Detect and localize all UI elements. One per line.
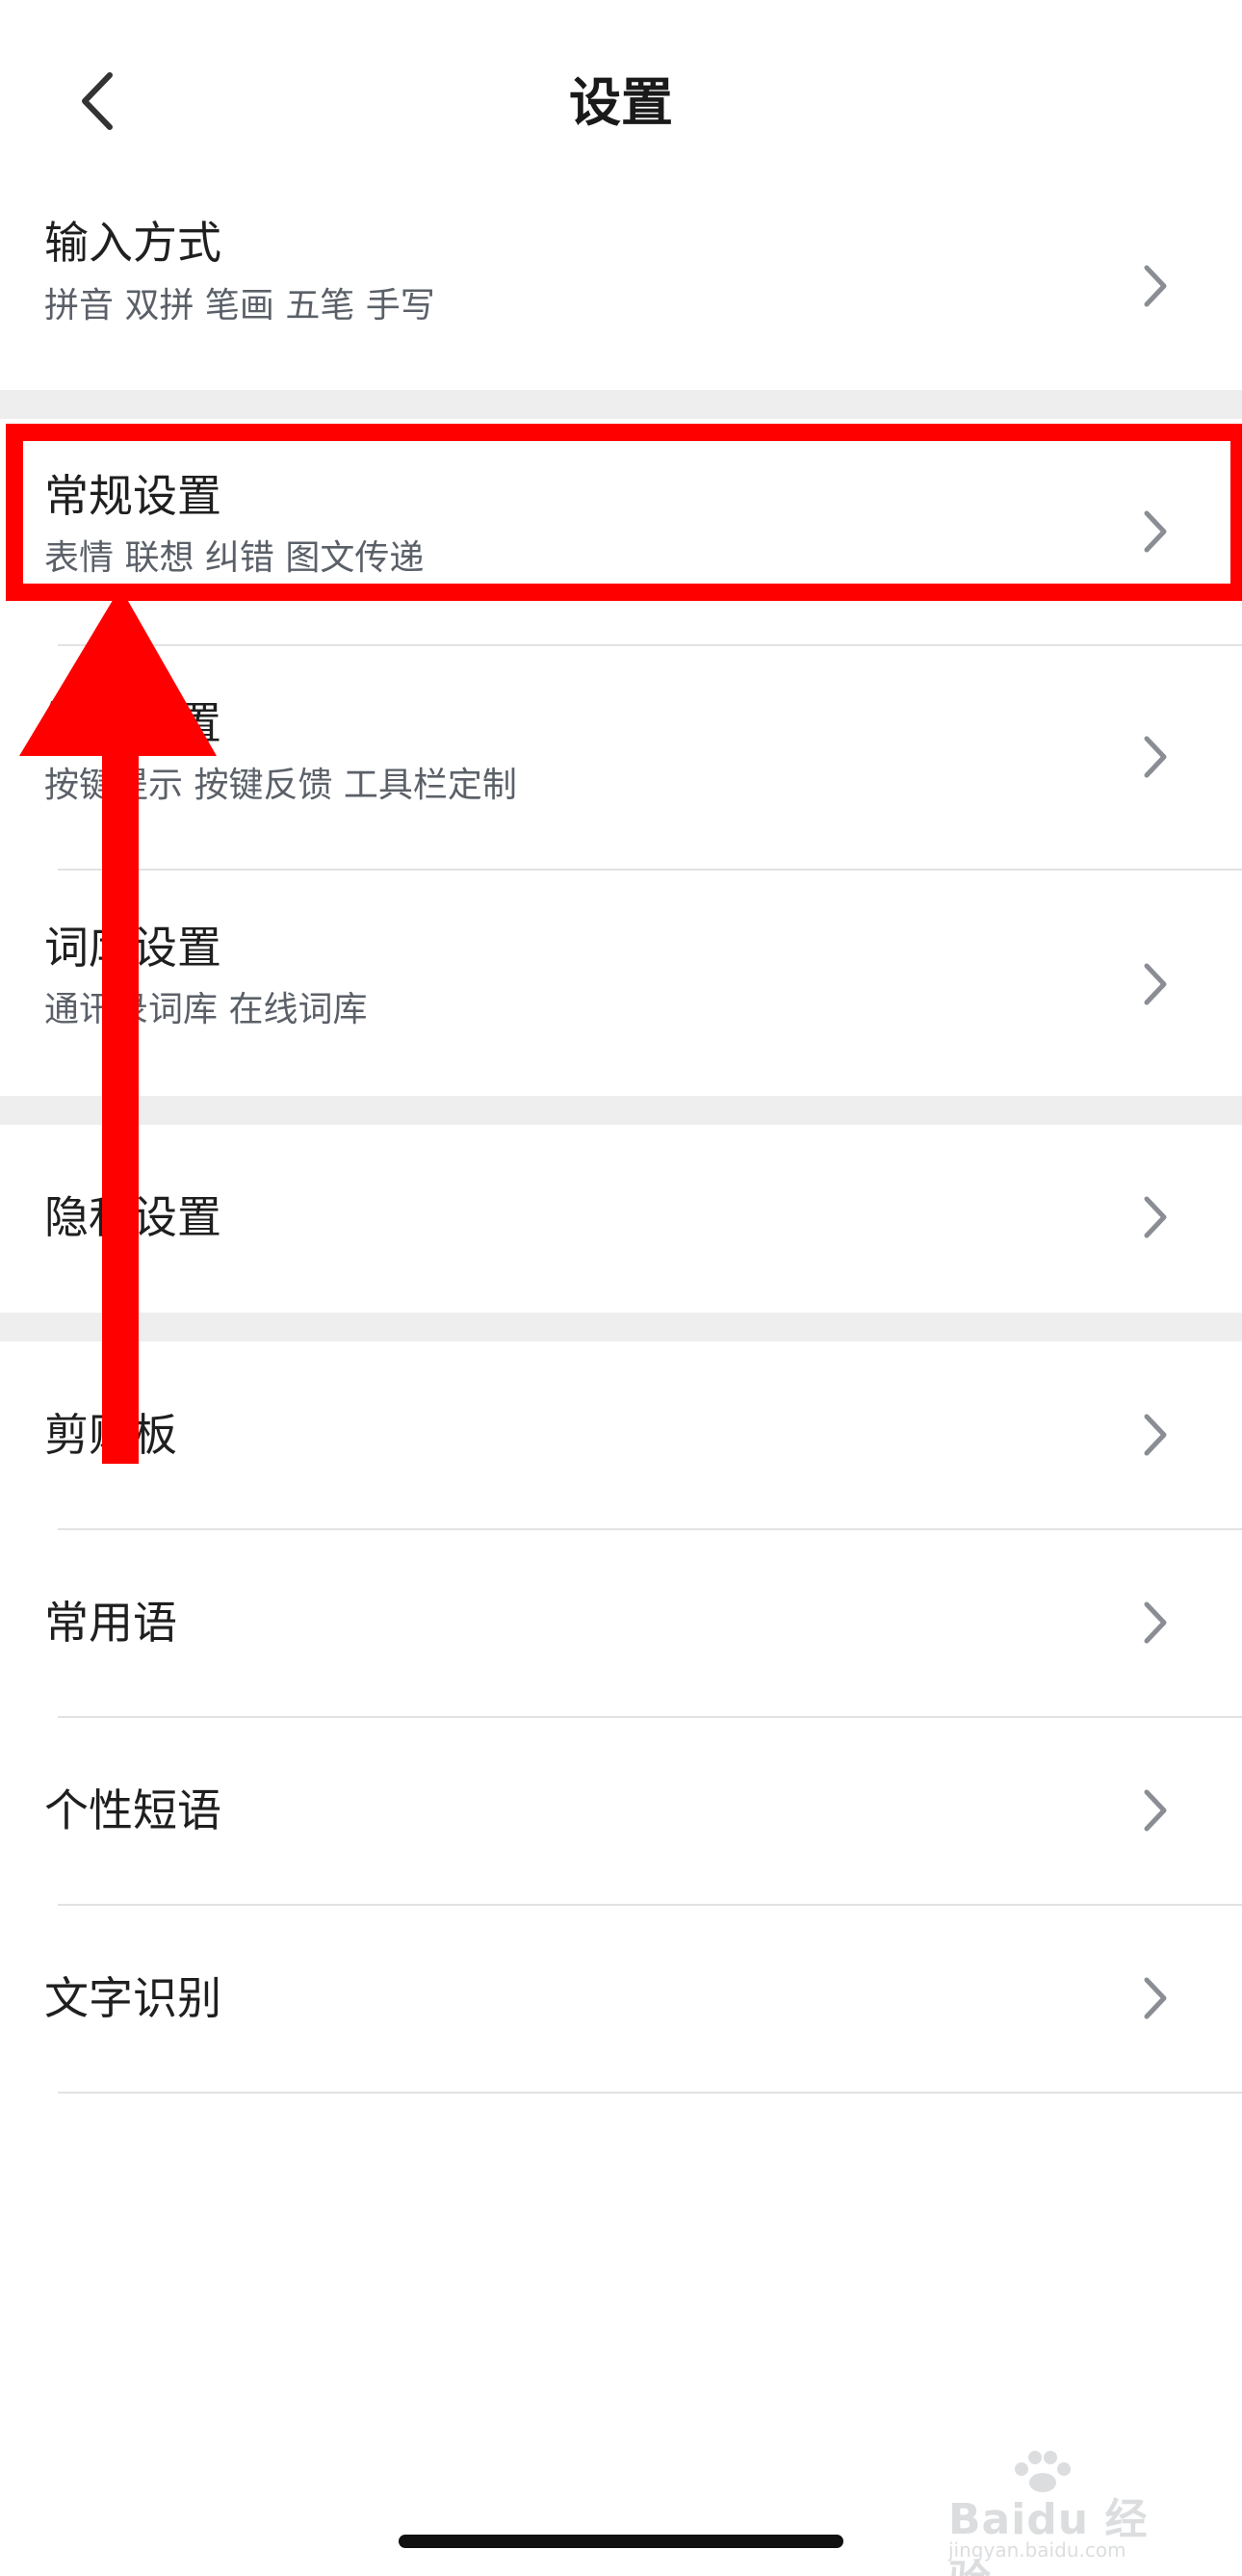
chevron-right-icon xyxy=(1136,1969,1175,2027)
row-title: 输入方式 xyxy=(44,217,221,269)
watermark-text: Baidu 经验 xyxy=(948,2495,1149,2576)
chevron-right-icon xyxy=(1136,955,1175,1013)
settings-row-input-method[interactable]: 输入方式 拼音 双拼 笔画 五笔 手写 xyxy=(0,202,1242,390)
chevron-right-icon xyxy=(1136,257,1175,315)
watermark-url: jingyan.baidu.com xyxy=(948,2538,1126,2562)
section-gap xyxy=(0,390,1242,419)
nav-bar: 设置 xyxy=(0,0,1242,202)
chevron-right-icon xyxy=(1136,728,1175,786)
settings-screen: 设置 输入方式 拼音 双拼 笔画 五笔 手写 常规设置 表情 联想 纠错 图文传… xyxy=(0,0,1242,2576)
row-title: 文字识别 xyxy=(44,1972,221,2024)
chevron-right-icon xyxy=(1136,1594,1175,1652)
row-title: 常用语 xyxy=(44,1597,177,1649)
annotation-highlight-box xyxy=(6,424,1242,601)
chevron-right-icon xyxy=(1136,1406,1175,1464)
chevron-right-icon xyxy=(1136,1782,1175,1839)
row-divider xyxy=(58,2092,1242,2094)
settings-row-ocr[interactable]: 文字识别 xyxy=(0,1906,1242,2092)
row-subtitle: 拼音 双拼 笔画 五笔 手写 xyxy=(44,286,435,325)
home-indicator[interactable] xyxy=(399,2535,843,2548)
page-title: 设置 xyxy=(569,72,673,133)
settings-row-custom-phrases[interactable]: 个性短语 xyxy=(0,1718,1242,1904)
annotation-arrow-up-icon xyxy=(19,587,217,1464)
settings-row-phrases[interactable]: 常用语 xyxy=(0,1530,1242,1716)
chevron-right-icon xyxy=(1136,1188,1175,1246)
row-title: 个性短语 xyxy=(44,1784,221,1836)
baidu-jingyan-watermark: Baidu 经验 jingyan.baidu.com xyxy=(948,2446,1189,2576)
